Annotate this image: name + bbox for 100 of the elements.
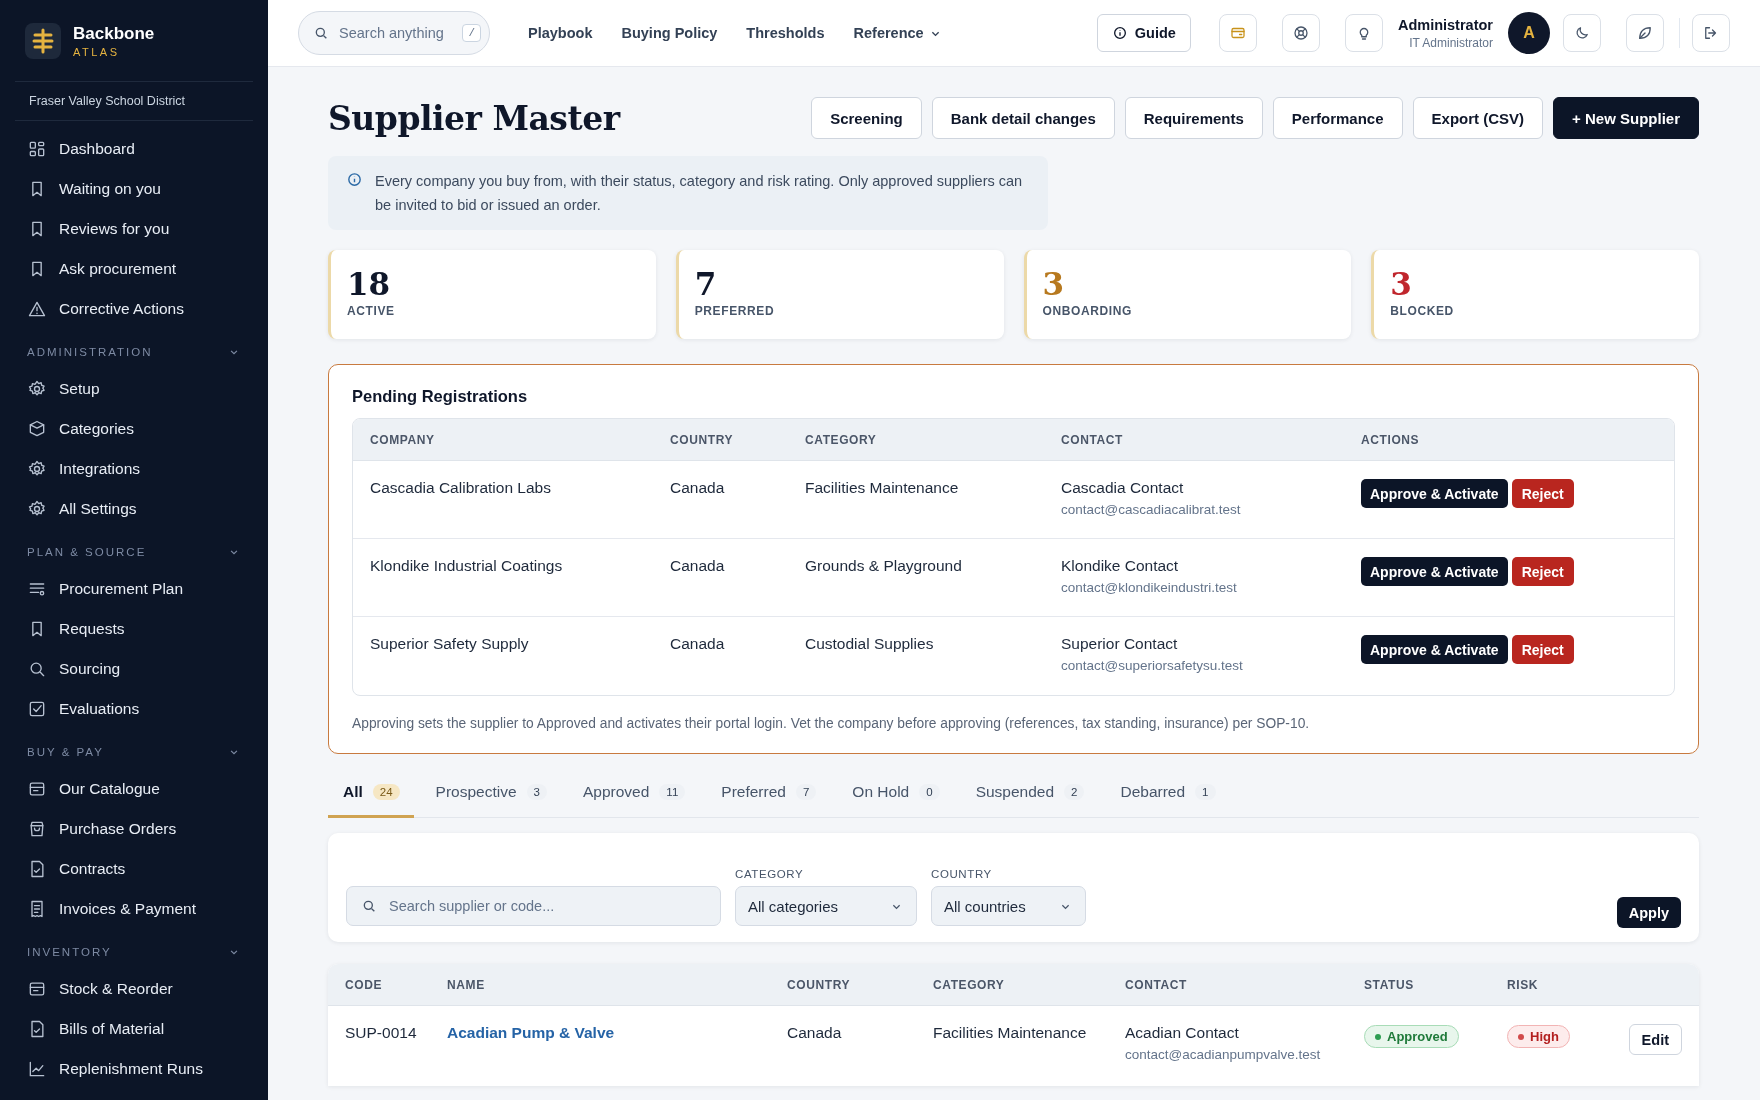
- new-supplier-button[interactable]: + New Supplier: [1553, 97, 1699, 139]
- risk-badge: High: [1507, 1025, 1570, 1048]
- sidebar-item[interactable]: Procurement Plan: [15, 569, 253, 609]
- search-field[interactable]: Search supplier or code...: [346, 886, 721, 926]
- section-header[interactable]: INVENTORY: [15, 929, 253, 969]
- stat-value: 18: [347, 266, 392, 302]
- sidebar-item[interactable]: Setup: [15, 369, 253, 409]
- table-cell-text: Klondike Industrial Coatings: [370, 557, 564, 575]
- stat-value: 3: [1042, 266, 1066, 302]
- count-badge: 0: [919, 784, 940, 800]
- filter-tab[interactable]: On Hold 0: [838, 774, 954, 818]
- filter-tab[interactable]: Preferred 7: [707, 774, 831, 818]
- table-cell-text: Canada: [670, 557, 726, 575]
- approve-button[interactable]: Approve & Activate: [1361, 557, 1508, 586]
- sidebar-item[interactable]: Integrations: [15, 449, 253, 489]
- grid-icon: [27, 139, 47, 159]
- count-badge: 1: [1195, 784, 1216, 800]
- table-cell-text: Grounds & Playground: [805, 557, 963, 575]
- reject-button[interactable]: Reject: [1511, 479, 1574, 508]
- action-button[interactable]: Performance: [1272, 97, 1403, 139]
- count-badge: 7: [795, 784, 817, 800]
- sidebar-item[interactable]: Waiting on you: [15, 169, 253, 209]
- filter-tab[interactable]: Approved 11: [569, 774, 700, 818]
- sidebar-item[interactable]: Requests: [15, 609, 253, 649]
- column-header: CONTACT: [1061, 432, 1124, 447]
- sidebar-item[interactable]: Categories: [15, 409, 253, 449]
- category-select[interactable]: All categories: [735, 886, 917, 926]
- filter-tab[interactable]: Debarred 1: [1106, 774, 1230, 818]
- lifebuoy-icon: [1291, 24, 1310, 42]
- logo-icon: [25, 22, 61, 59]
- shortcut-key: /: [462, 24, 481, 42]
- sidebar-item[interactable]: All Settings: [15, 489, 253, 529]
- sidebar-item[interactable]: Ask procurement: [15, 249, 253, 289]
- column-header: CATEGORY: [805, 432, 878, 447]
- nav-link[interactable]: Playbook: [528, 25, 593, 41]
- sidebar-item[interactable]: Replenishment Runs: [15, 1049, 253, 1089]
- wallet-button[interactable]: [1218, 14, 1257, 52]
- sidebar-item[interactable]: Evaluations: [15, 689, 253, 729]
- sidebar-item[interactable]: Corrective Actions: [15, 289, 253, 329]
- guide-button[interactable]: Guide: [1096, 14, 1191, 52]
- search-input[interactable]: Search anything: [337, 24, 455, 42]
- nav-menu[interactable]: Reference: [853, 25, 943, 41]
- section-header[interactable]: PLAN & SOURCE: [15, 529, 253, 569]
- info-icon: [346, 171, 363, 188]
- contact-name: Klondike Contact: [1061, 557, 1180, 575]
- count-badge: 2: [1064, 784, 1085, 800]
- stat-label: ONBOARDING: [1042, 304, 1133, 318]
- filter-tab[interactable]: Prospective 3: [421, 774, 561, 818]
- count-badge: 11: [659, 784, 686, 800]
- table-cell-text: Facilities Maintenance: [933, 1024, 1088, 1042]
- sidebar-item[interactable]: Invoices & Payment: [15, 889, 253, 929]
- contact-email: contact@klondikeindustri.test: [1061, 580, 1238, 595]
- nav-link[interactable]: Buying Policy: [621, 25, 718, 41]
- sidebar-item[interactable]: Contracts: [15, 849, 253, 889]
- contact-email: contact@superiorsafetysu.test: [1061, 658, 1244, 673]
- action-button[interactable]: Bank detail changes: [931, 97, 1115, 139]
- column-header: NAME: [447, 977, 486, 992]
- sidebar-item[interactable]: Dashboard: [15, 129, 253, 169]
- search-field[interactable]: Search anything /: [298, 11, 490, 55]
- info-text: Every company you buy from, with their status, category and risk rating. Only approved suppliers can be invited to bid or issued an order.: [375, 172, 1024, 215]
- brand-subtitle: ATLAS: [73, 45, 121, 58]
- filter-tab[interactable]: All 24: [328, 774, 414, 818]
- theme-button[interactable]: [1563, 14, 1601, 52]
- country-select[interactable]: All countries: [931, 886, 1086, 926]
- supplier-link[interactable]: Acadian Pump & Valve: [447, 1024, 787, 1042]
- alert-icon: [27, 299, 47, 319]
- table-cell-text: Superior Safety Supply: [370, 635, 530, 653]
- approve-button[interactable]: Approve & Activate: [1361, 479, 1508, 508]
- logout-button[interactable]: [1692, 14, 1730, 52]
- table-cell-text: Canada: [787, 1024, 843, 1042]
- reject-button[interactable]: Reject: [1511, 635, 1574, 664]
- chart-icon: [27, 1059, 47, 1079]
- filter-tab[interactable]: Suspended 2: [961, 774, 1099, 818]
- sidebar-item[interactable]: Reviews for you: [15, 209, 253, 249]
- nav-link[interactable]: Thresholds: [746, 25, 825, 41]
- action-button[interactable]: Requirements: [1124, 97, 1263, 139]
- section-header[interactable]: BUY & PAY: [15, 729, 253, 769]
- sidebar-item[interactable]: Purchase Orders: [15, 809, 253, 849]
- sidebar-item[interactable]: Stock & Reorder: [15, 969, 253, 1009]
- section-header[interactable]: ADMINISTRATION: [15, 329, 253, 369]
- apply-button[interactable]: Apply: [1616, 897, 1681, 928]
- approve-button[interactable]: Approve & Activate: [1361, 635, 1508, 664]
- reject-button[interactable]: Reject: [1511, 557, 1574, 586]
- page-title: Supplier Master: [328, 98, 620, 138]
- action-button[interactable]: Export (CSV): [1412, 97, 1544, 139]
- column-header: ACTIONS: [1361, 432, 1421, 447]
- organization-name: Fraser Valley School District: [15, 82, 253, 121]
- help-button[interactable]: [1281, 14, 1320, 52]
- sidebar-item[interactable]: Sourcing: [15, 649, 253, 689]
- contact-name: Superior Contact: [1061, 635, 1179, 653]
- action-button[interactable]: Screening: [811, 97, 922, 139]
- edit-button[interactable]: Edit: [1628, 1024, 1682, 1055]
- table-cell-text: Canada: [670, 635, 726, 653]
- column-header: COMPANY: [370, 432, 436, 447]
- tips-button[interactable]: [1344, 14, 1383, 52]
- sidebar-item[interactable]: Our Catalogue: [15, 769, 253, 809]
- search-input[interactable]: Search supplier or code...: [387, 897, 706, 915]
- sidebar-item[interactable]: Bills of Material: [15, 1009, 253, 1049]
- feedback-button[interactable]: [1626, 14, 1664, 52]
- user-avatar[interactable]: A: [1508, 12, 1550, 54]
